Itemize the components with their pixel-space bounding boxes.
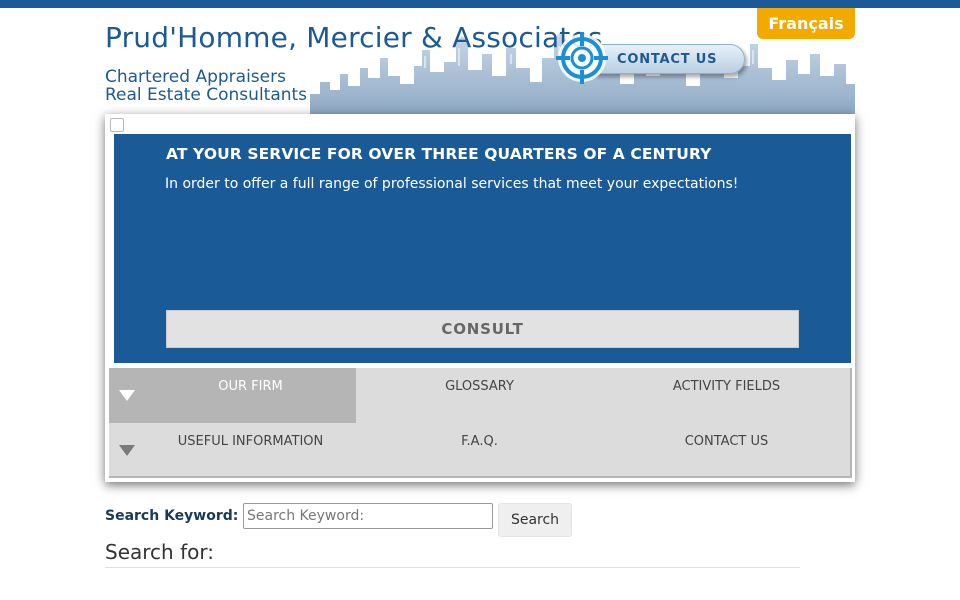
language-switch-button[interactable]: Français <box>757 8 855 39</box>
search-results-heading: Search for: <box>105 540 214 564</box>
menu-item-activity-fields[interactable]: ACTIVITY FIELDS <box>603 368 850 423</box>
triangle-down-icon[interactable] <box>119 445 135 456</box>
triangle-down-icon[interactable] <box>119 390 135 401</box>
site-header: Prud'Homme, Mercier & Associates Charter… <box>105 8 855 114</box>
top-bar <box>0 0 960 8</box>
divider <box>105 567 800 568</box>
site-subtitle-consultants: Real Estate Consultants <box>105 85 308 105</box>
search-button[interactable]: Search <box>498 503 572 537</box>
menu-item-contact-us[interactable]: CONTACT US <box>603 423 850 478</box>
main-panel: AT YOUR SERVICE FOR OVER THREE QUARTERS … <box>105 114 855 482</box>
menu-item-useful-information[interactable]: USEFUL INFORMATION <box>145 423 356 478</box>
hero-banner: AT YOUR SERVICE FOR OVER THREE QUARTERS … <box>114 134 851 363</box>
hero-text: In order to offer a full range of profes… <box>165 176 739 192</box>
search-keyword-label: Search Keyword: <box>105 508 239 524</box>
menu-item-our-firm[interactable]: OUR FIRM <box>145 368 356 423</box>
site-subtitle-appraisers: Chartered Appraisers <box>105 67 286 87</box>
search-input[interactable] <box>243 503 493 529</box>
menu-item-faq[interactable]: F.A.Q. <box>356 423 603 478</box>
hero-title: AT YOUR SERVICE FOR OVER THREE QUARTERS … <box>166 145 712 163</box>
menu-row: OUR FIRM GLOSSARY ACTIVITY FIELDS <box>109 368 850 423</box>
contact-us-label[interactable]: CONTACT US <box>617 52 717 67</box>
panel-checkbox[interactable] <box>110 118 124 132</box>
consult-button[interactable]: CONSULT <box>166 310 799 348</box>
target-icon[interactable] <box>555 31 609 85</box>
menu-item-glossary[interactable]: GLOSSARY <box>356 368 603 423</box>
main-menu: OUR FIRM GLOSSARY ACTIVITY FIELDS USEFUL… <box>109 368 852 478</box>
site-title[interactable]: Prud'Homme, Mercier & Associates <box>105 21 603 54</box>
menu-row: USEFUL INFORMATION F.A.Q. CONTACT US <box>109 423 850 478</box>
